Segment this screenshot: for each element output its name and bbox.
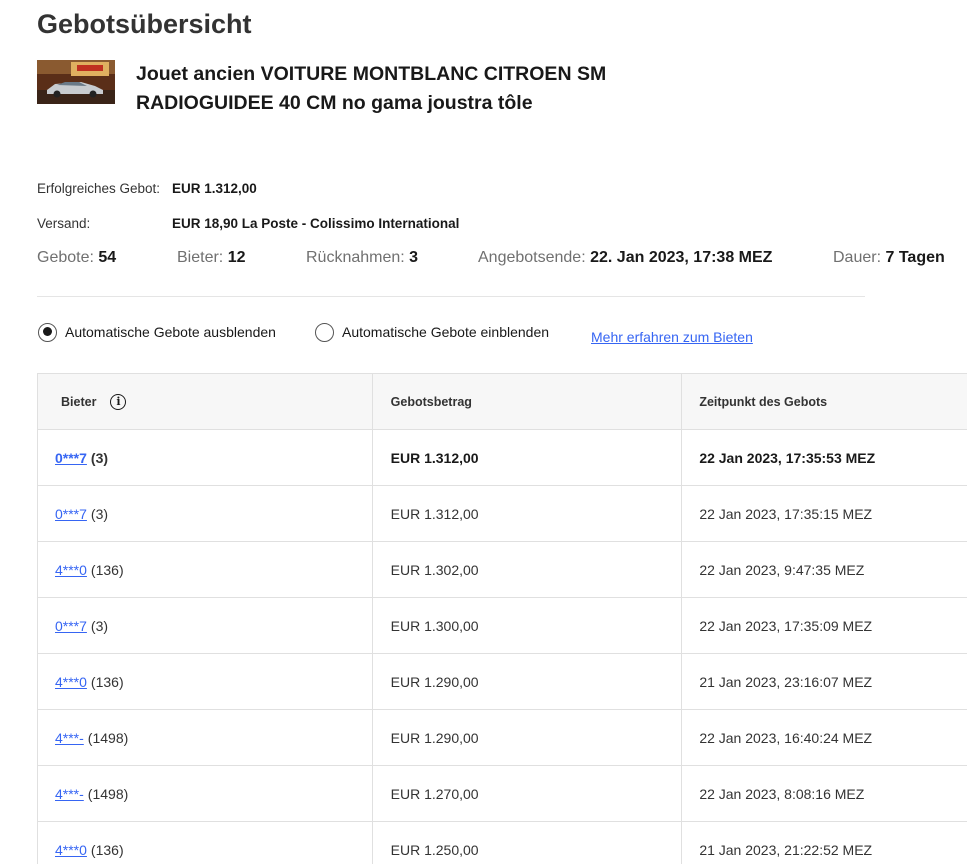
item-title: Jouet ancien VOITURE MONTBLANC CITROEN S… [136, 60, 696, 118]
bid-time: 21 Jan 2023, 23:16:07 MEZ [682, 654, 967, 709]
table-row: 0***7 (3) EUR 1.312,00 22 Jan 2023, 17:35:1… [38, 486, 967, 542]
shipping-label: Versand: [37, 216, 91, 231]
show-auto-bids-option[interactable]: Automatische Gebote einblenden [315, 321, 549, 343]
bidder-link[interactable]: 4***- [55, 786, 84, 802]
shipping-value: EUR 18,90 La Poste - Colissimo Internati… [172, 216, 460, 231]
bidder-cell: 0***7 (3) [38, 486, 373, 541]
bidder-feedback-score: (3) [90, 617, 109, 634]
stat-duration: Dauer: 7 Tagen [833, 249, 945, 267]
bid-time: 22 Jan 2023, 9:47:35 MEZ [682, 542, 967, 597]
stat-end: Angebotsende: 22. Jan 2023, 17:38 MEZ [478, 249, 772, 267]
shipping-value-wrap: EUR 18,90 La Poste - Colissimo Internati… [172, 216, 459, 231]
bidder-link[interactable]: 4***0 [55, 674, 87, 690]
item-thumbnail[interactable] [37, 60, 115, 104]
winning-bid-value-wrap: EUR 1.312,00 [172, 181, 257, 196]
item-title-line-2: RADIOGUIDEE 40 CM no gama joustra tôle [136, 92, 533, 114]
bidder-link[interactable]: 0***7 [55, 618, 87, 634]
stat-retractions-value: 3 [409, 249, 419, 266]
bid-amount: EUR 1.250,00 [373, 822, 683, 864]
bidder-cell: 4***0 (136) [38, 822, 373, 864]
bidder-cell: 4***0 (136) [38, 654, 373, 709]
bidder-feedback-score: (136) [90, 841, 124, 858]
show-auto-bids-radio[interactable] [315, 322, 334, 342]
hide-auto-bids-radio[interactable] [38, 322, 57, 342]
bidder-cell: 0***7 (3) [38, 598, 373, 653]
bid-time: 22 Jan 2023, 8:08:16 MEZ [682, 766, 967, 821]
stat-bidders-label: Bieter: [177, 249, 224, 266]
table-row: 0***7 (3) EUR 1.300,00 22 Jan 2023, 17:35:0… [38, 598, 967, 654]
bid-amount: EUR 1.270,00 [373, 766, 683, 821]
shipping-row: Versand: [37, 216, 90, 231]
bid-amount: EUR 1.300,00 [373, 598, 683, 653]
winning-bid-label: Erfolgreiches Gebot: [37, 181, 161, 196]
bidder-feedback-score: (1498) [87, 785, 129, 802]
header-bidder: Bieter i [38, 374, 373, 429]
bid-history-table: Bieter i Gebotsbetrag Zeitpunkt des Gebo… [37, 373, 967, 864]
header-bidder-label: Bieter [61, 394, 97, 409]
stat-duration-label: Dauer: [833, 249, 882, 266]
bid-amount: EUR 1.312,00 [373, 430, 683, 485]
bidder-cell: 4***- (1498) [38, 710, 373, 765]
bidder-feedback-score: (3) [90, 505, 109, 522]
bidder-feedback-score: (1498) [87, 729, 129, 746]
table-row: 4***0 (136) EUR 1.250,00 21 Jan 2023, 21:22… [38, 822, 967, 864]
stat-bids-value: 54 [98, 249, 117, 266]
stat-retractions-label: Rücknahmen: [306, 249, 405, 266]
bid-amount: EUR 1.290,00 [373, 654, 683, 709]
table-row: 4***0 (136) EUR 1.302,00 22 Jan 2023, 9:47:… [38, 542, 967, 598]
bidder-feedback-score: (136) [90, 561, 124, 578]
bidder-link[interactable]: 0***7 [55, 506, 87, 522]
bidder-link[interactable]: 4***0 [55, 842, 87, 858]
bidder-link[interactable]: 0***7 [55, 450, 87, 466]
toy-car-image [37, 60, 115, 104]
bid-time: 22 Jan 2023, 16:40:24 MEZ [682, 710, 967, 765]
bid-amount: EUR 1.290,00 [373, 710, 683, 765]
bidder-feedback-score: (136) [90, 673, 124, 690]
divider [37, 296, 865, 297]
stat-bidders: Bieter: 12 [177, 249, 246, 267]
stat-retractions: Rücknahmen: 3 [306, 249, 418, 267]
bid-stats: Gebote: 54 Bieter: 12 Rücknahmen: 3 Ange… [37, 249, 967, 271]
stat-end-label: Angebotsende: [478, 249, 586, 266]
header-time: Zeitpunkt des Gebots [682, 374, 967, 429]
winning-bid-value: EUR 1.312,00 [172, 181, 257, 196]
bidder-link[interactable]: 4***0 [55, 562, 87, 578]
table-row: 4***- (1498) EUR 1.270,00 22 Jan 2023, 8:08… [38, 766, 967, 822]
stat-end-value: 22. Jan 2023, 17:38 MEZ [590, 249, 773, 266]
stat-bidders-value: 12 [227, 249, 246, 266]
bid-amount: EUR 1.312,00 [373, 486, 683, 541]
winning-bid-row: Erfolgreiches Gebot: [37, 181, 160, 196]
bid-time: 22 Jan 2023, 17:35:15 MEZ [682, 486, 967, 541]
learn-more-bidding-link[interactable]: Mehr erfahren zum Bieten [591, 329, 753, 345]
bidder-cell: 4***- (1498) [38, 766, 373, 821]
stat-bids: Gebote: 54 [37, 249, 116, 267]
item-title-line-1: Jouet ancien VOITURE MONTBLANC CITROEN S… [136, 63, 607, 85]
bid-time: 21 Jan 2023, 21:22:52 MEZ [682, 822, 967, 864]
hide-auto-bids-label: Automatische Gebote ausblenden [65, 324, 276, 340]
table-row: 4***0 (136) EUR 1.290,00 21 Jan 2023, 23:16… [38, 654, 967, 710]
stat-bids-label: Gebote: [37, 249, 94, 266]
bid-time: 22 Jan 2023, 17:35:53 MEZ [682, 430, 967, 485]
table-row: 4***- (1498) EUR 1.290,00 22 Jan 2023, 16:4… [38, 710, 967, 766]
table-header-row: Bieter i Gebotsbetrag Zeitpunkt des Gebo… [38, 374, 967, 430]
bid-amount: EUR 1.302,00 [373, 542, 683, 597]
show-auto-bids-label: Automatische Gebote einblenden [342, 324, 550, 340]
stat-duration-value: 7 Tagen [885, 249, 945, 266]
bid-time: 22 Jan 2023, 17:35:09 MEZ [682, 598, 967, 653]
table-row: 0***7 (3) EUR 1.312,00 22 Jan 2023, 17:35:5… [38, 430, 967, 486]
table-body: 0***7 (3) EUR 1.312,00 22 Jan 2023, 17:35:5… [38, 430, 967, 864]
info-icon[interactable]: i [110, 393, 127, 410]
header-amount: Gebotsbetrag [373, 374, 683, 429]
page-title: Gebotsübersicht [37, 9, 252, 39]
bidder-cell: 0***7 (3) [38, 430, 373, 485]
bidder-cell: 4***0 (136) [38, 542, 373, 597]
hide-auto-bids-option[interactable]: Automatische Gebote ausblenden [38, 321, 276, 343]
bidder-link[interactable]: 4***- [55, 730, 84, 746]
bidder-feedback-score: (3) [90, 449, 109, 466]
